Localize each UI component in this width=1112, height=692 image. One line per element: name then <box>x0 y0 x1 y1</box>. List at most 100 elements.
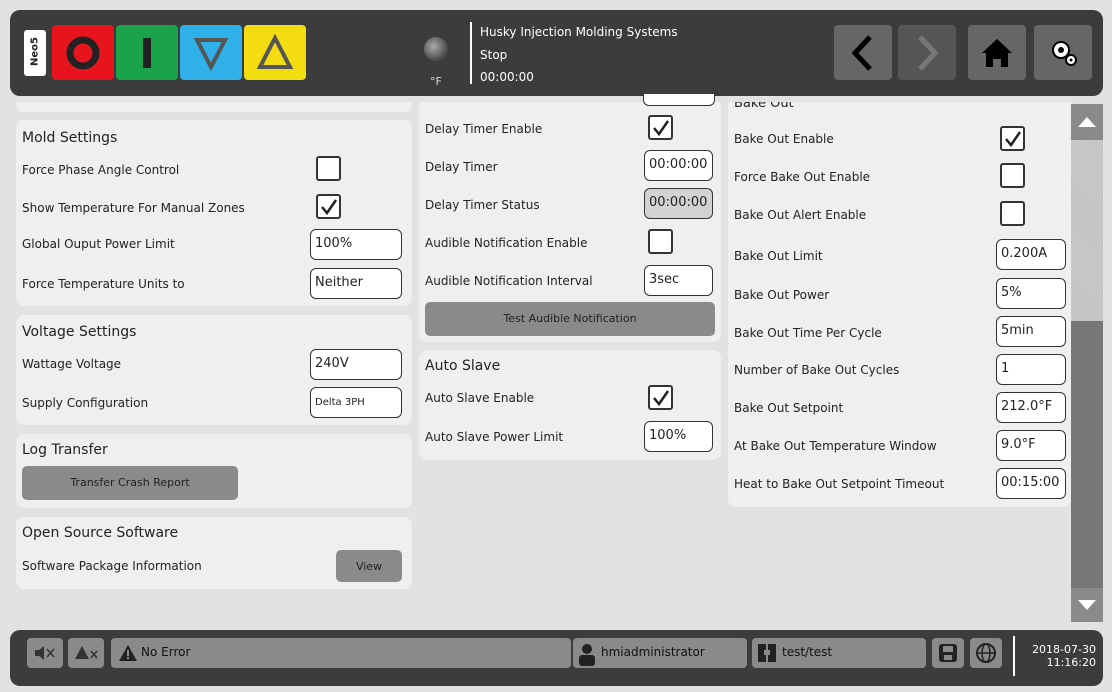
bake-out-power-label: Bake Out Power <box>734 288 830 302</box>
temp-window-label: At Bake Out Temperature Window <box>734 439 937 453</box>
save-icon <box>939 644 957 662</box>
clear-alarm-button[interactable] <box>68 638 104 668</box>
force-temp-units-field[interactable]: Neither <box>310 268 402 299</box>
log-transfer-title: Log Transfer <box>22 442 108 458</box>
start-button[interactable] <box>116 25 178 80</box>
test-audible-button[interactable]: Test Audible Notification <box>425 302 715 336</box>
status-lamp-icon <box>424 37 448 61</box>
checkmark-icon <box>1005 131 1022 148</box>
scroll-up-button[interactable] <box>1071 104 1103 140</box>
globe-icon <box>976 643 996 663</box>
speaker-mute-icon <box>35 646 55 660</box>
delay-timer-enable-label: Delay Timer Enable <box>425 122 543 136</box>
mold-settings-panel: Mold Settings Force Phase Angle Control … <box>16 120 412 306</box>
scroll-thumb[interactable] <box>1071 321 1103 588</box>
bake-out-cycles-field[interactable]: 1 <box>996 354 1066 385</box>
auto-slave-power-field[interactable]: 100% <box>644 421 713 452</box>
supply-config-field[interactable]: Delta 3PH <box>310 387 402 418</box>
delay-timer-field[interactable]: 00:00:00 <box>644 150 713 181</box>
status-bar: No Error hmiadministrator test/test 2018… <box>10 630 1103 686</box>
language-button[interactable] <box>970 638 1002 668</box>
bake-out-cycles-label: Number of Bake Out Cycles <box>734 363 900 377</box>
triangle-up-icon <box>256 33 294 69</box>
date: 2018-07-30 <box>1032 643 1096 656</box>
brand-text: Neo5 <box>29 37 41 66</box>
bake-out-setpoint-field[interactable]: 212.0°F <box>996 392 1066 423</box>
error-text: No Error <box>141 645 191 659</box>
delay-timer-enable-checkbox[interactable] <box>648 115 673 140</box>
down-button[interactable] <box>180 25 242 80</box>
arrow-down-icon <box>1078 600 1096 610</box>
wattage-voltage-field[interactable]: 240V <box>310 349 402 380</box>
scroll-down-button[interactable] <box>1071 588 1103 622</box>
start-icon <box>143 38 151 68</box>
global-power-limit-field[interactable]: 100% <box>310 229 402 260</box>
alarm-clear-icon <box>75 646 98 659</box>
audible-enable-checkbox[interactable] <box>648 229 673 254</box>
checkmark-icon <box>653 120 670 137</box>
time-per-cycle-field[interactable]: 5min <box>996 316 1066 347</box>
mold-icon <box>758 644 776 662</box>
force-bake-out-checkbox[interactable] <box>1000 163 1025 188</box>
back-button[interactable] <box>834 25 892 80</box>
auto-slave-enable-label: Auto Slave Enable <box>425 391 535 405</box>
chevron-right-icon <box>918 35 939 71</box>
show-temp-manual-checkbox[interactable] <box>316 194 341 219</box>
open-source-panel: Open Source Software Software Package In… <box>16 517 412 589</box>
voltage-settings-title: Voltage Settings <box>22 324 137 340</box>
wattage-voltage-label: Wattage Voltage <box>22 357 122 371</box>
auto-slave-power-label: Auto Slave Power Limit <box>425 430 564 444</box>
bake-out-setpoint-label: Bake Out Setpoint <box>734 401 844 415</box>
global-power-limit-label: Global Ouput Power Limit <box>22 237 175 251</box>
user-button[interactable]: hmiadministrator <box>573 638 747 668</box>
chevron-left-icon <box>851 35 872 71</box>
delay-timer-status-label: Delay Timer Status <box>425 198 540 212</box>
user-name: hmiadministrator <box>601 645 705 659</box>
home-icon <box>982 39 1012 67</box>
settings-button[interactable] <box>1034 25 1092 80</box>
delay-timer-label: Delay Timer <box>425 160 498 174</box>
transfer-crash-report-button[interactable]: Transfer Crash Report <box>22 466 238 500</box>
bake-out-title: Bake Out <box>734 102 794 111</box>
delay-timer-status-field: 00:00:00 <box>644 188 713 219</box>
stop-button[interactable] <box>52 25 114 80</box>
bake-out-panel: Bake Out Bake Out Enable Force Bake Out … <box>728 102 1071 507</box>
bake-out-enable-label: Bake Out Enable <box>734 132 834 146</box>
bake-out-limit-field[interactable]: 0.200A <box>996 239 1066 270</box>
bake-out-alert-label: Bake Out Alert Enable <box>734 208 867 222</box>
status-divider <box>1013 636 1015 676</box>
date-time: 2018-07-30 11:16:20 <box>1024 643 1096 669</box>
triangle-down-icon <box>193 38 229 72</box>
scrollbar[interactable] <box>1071 104 1103 622</box>
previous-panel-edge <box>16 102 412 112</box>
temp-window-field[interactable]: 9.0°F <box>996 430 1066 461</box>
brand-label: Neo5 <box>24 30 46 76</box>
up-button[interactable] <box>244 25 306 80</box>
mold-settings-title: Mold Settings <box>22 130 118 146</box>
bake-out-alert-checkbox[interactable] <box>1000 201 1025 226</box>
error-display[interactable]: No Error <box>111 638 571 668</box>
supply-config-label: Supply Configuration <box>22 396 149 410</box>
setpoint-timeout-field[interactable]: 00:15:00 <box>996 468 1066 499</box>
forward-button[interactable] <box>898 25 956 80</box>
bake-out-enable-checkbox[interactable] <box>1000 126 1025 151</box>
alarms-panel: Delay Timer Enable Delay Timer 00:00:00 … <box>419 94 721 342</box>
scroll-track[interactable] <box>1071 140 1103 321</box>
mute-button[interactable] <box>27 638 63 668</box>
view-button[interactable]: View <box>336 550 402 582</box>
machine-status: Stop <box>480 48 508 62</box>
audible-interval-field[interactable]: 3sec <box>644 265 713 296</box>
bake-out-power-field[interactable]: 5% <box>996 278 1066 309</box>
company-name: Husky Injection Molding Systems <box>480 25 678 39</box>
show-temp-manual-label: Show Temperature For Manual Zones <box>22 201 245 215</box>
force-bake-out-label: Force Bake Out Enable <box>734 170 871 184</box>
stop-icon <box>66 36 100 70</box>
save-button[interactable] <box>932 638 964 668</box>
home-button[interactable] <box>968 25 1026 80</box>
mold-button[interactable]: test/test <box>752 638 926 668</box>
force-phase-angle-checkbox[interactable] <box>316 156 341 181</box>
auto-slave-enable-checkbox[interactable] <box>648 385 673 410</box>
clipped-field <box>643 94 715 106</box>
voltage-settings-panel: Voltage Settings Wattage Voltage 240V Su… <box>16 315 412 425</box>
audible-enable-label: Audible Notification Enable <box>425 236 588 250</box>
